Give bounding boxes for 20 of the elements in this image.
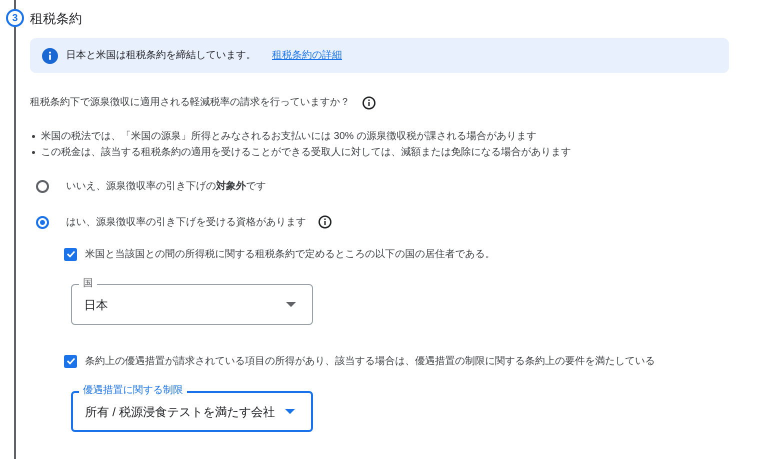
step-number: 3	[6, 9, 24, 27]
info-icon	[42, 48, 58, 64]
caret-icon	[285, 409, 295, 414]
bullet-text: この税金は、該当する租税条約の適用を受けることができる受取人に対しては、減額または免除になる場合があります	[41, 146, 571, 160]
checkbox[interactable]	[64, 248, 77, 260]
radio-button[interactable]	[36, 216, 49, 228]
checkbox-label: 条約上の優遇措置が請求されている項目の所得があり、該当する場合は、優遇措置の制限に関する条約上の要件を満たしている	[85, 354, 655, 368]
section-title: 租税条約	[30, 10, 83, 28]
radio-label: いいえ、源泉徴収率の引き下げの対象外です	[66, 179, 266, 194]
radio-button[interactable]	[36, 180, 49, 192]
caret-icon	[286, 302, 296, 307]
question-text: 租税条約下で源泉徴収に適用される軽減税率の請求を行っていますか？	[30, 96, 350, 110]
info-icon[interactable]	[318, 215, 332, 229]
checkbox-label: 米国と当該国との間の所得税に関する租税条約で定めるところの以下の国の居住者である。	[85, 248, 495, 262]
info-icon[interactable]	[362, 96, 376, 110]
bullet-text: 米国の税法では、「米国の源泉」所得とみなされるお支払いには 30% の源泉徴収税が課される場合があります	[41, 130, 537, 144]
banner-text: 日本と米国は租税条約を締結しています。	[66, 48, 256, 63]
radio-label: はい、源泉徴収率の引き下げを受ける資格があります	[66, 216, 306, 230]
checkbox[interactable]	[64, 354, 77, 368]
details-link[interactable]: 租税条約の詳細	[272, 48, 342, 63]
